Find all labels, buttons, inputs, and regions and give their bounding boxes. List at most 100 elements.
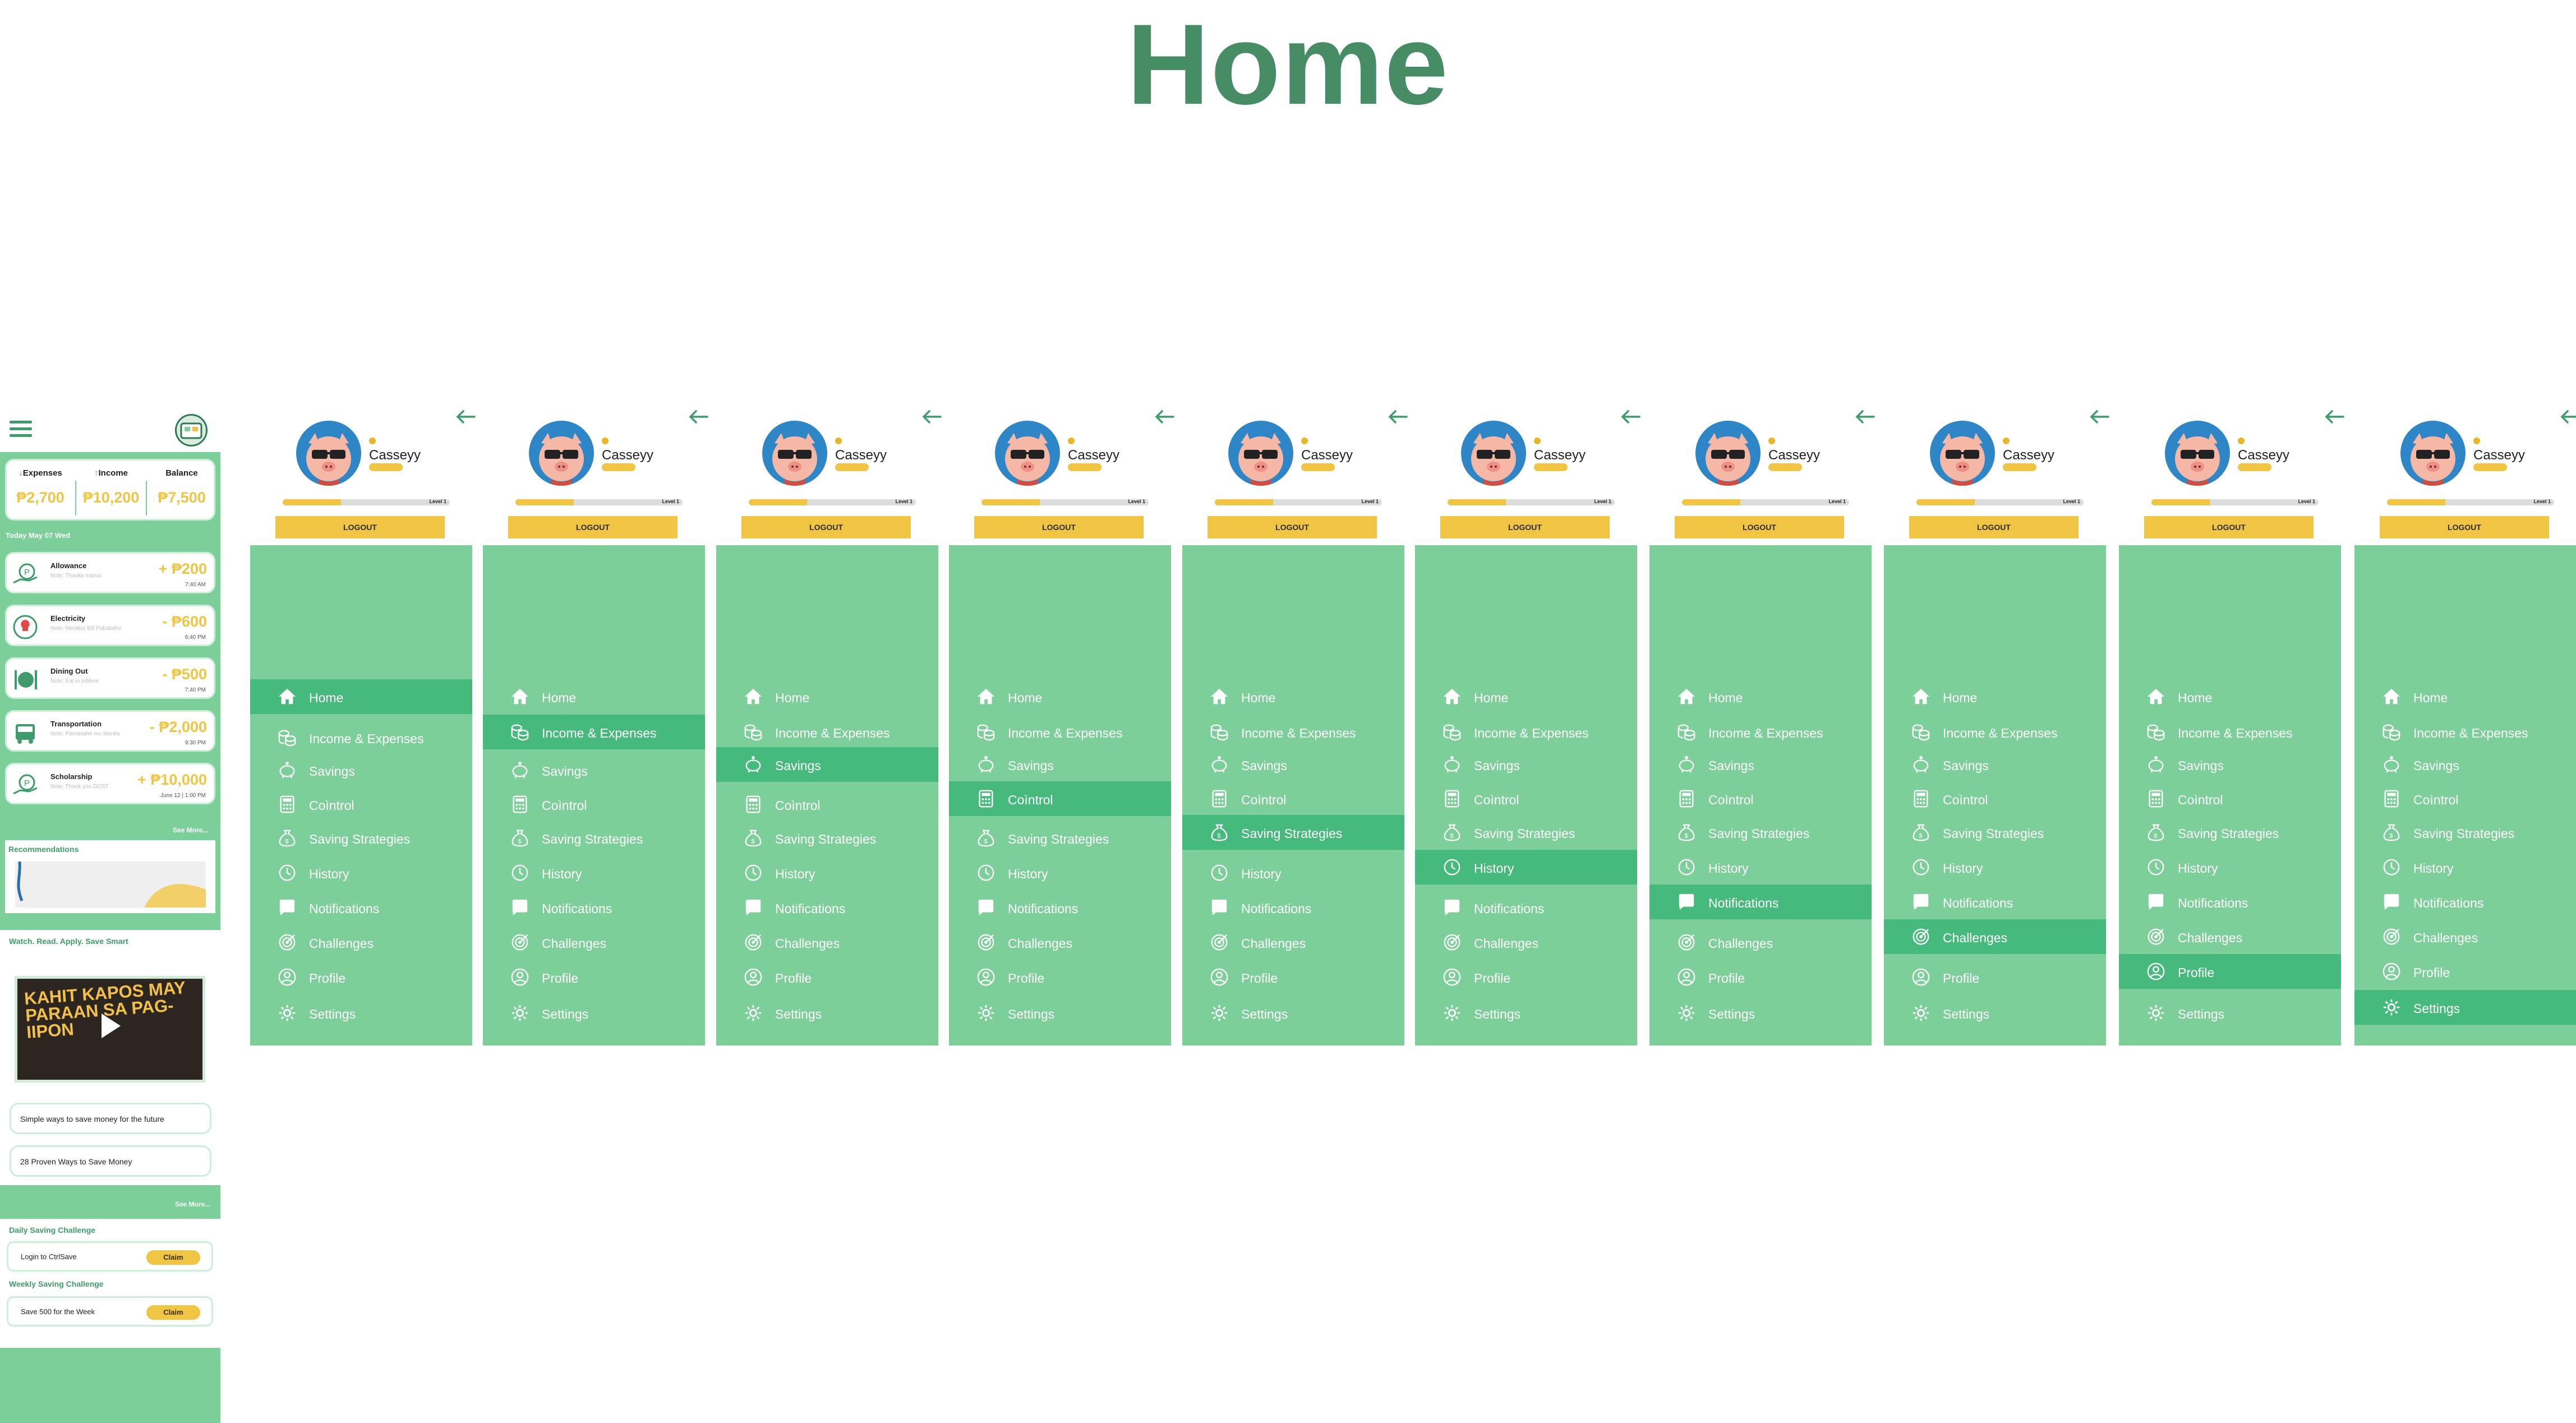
sidebar-item-savings[interactable]: Savings (949, 747, 1171, 782)
sidebar-item-co-ntrol[interactable]: Coìntrol (250, 787, 472, 822)
sidebar-item-income-expenses[interactable]: Income & Expenses (1884, 715, 2106, 749)
back-arrow-icon[interactable] (2323, 408, 2345, 425)
logout-button[interactable]: LOGOUT (1909, 516, 2079, 538)
sidebar-item-profile[interactable]: Profile (716, 960, 938, 994)
sidebar-item-notifications[interactable]: Notifications (2119, 885, 2341, 919)
sidebar-item-income-expenses[interactable]: Income & Expenses (2119, 715, 2341, 749)
sidebar-item-income-expenses[interactable]: Income & Expenses (1415, 715, 1637, 749)
sidebar-item-co-ntrol[interactable]: Coìntrol (1649, 781, 1872, 816)
avatar[interactable] (175, 414, 208, 446)
back-arrow-icon[interactable] (1619, 408, 1642, 425)
sidebar-item-notifications[interactable]: Notifications (1182, 890, 1404, 925)
sidebar-item-income-expenses[interactable]: Income & Expenses (1649, 715, 1872, 749)
sidebar-item-savings[interactable]: Savings (1182, 747, 1404, 782)
sidebar-item-saving-strategies[interactable]: $ Saving Strategies (1415, 815, 1637, 850)
sidebar-item-savings[interactable]: Savings (2354, 747, 2576, 782)
sidebar-item-home[interactable]: Home (716, 679, 938, 714)
logout-button[interactable]: LOGOUT (2144, 516, 2314, 538)
logout-button[interactable]: LOGOUT (1440, 516, 1610, 538)
sidebar-item-challenges[interactable]: Challenges (2354, 919, 2576, 954)
logout-button[interactable]: LOGOUT (2380, 516, 2549, 538)
hamburger-menu-icon[interactable] (10, 421, 32, 439)
back-arrow-icon[interactable] (1386, 408, 1409, 425)
sidebar-item-challenges[interactable]: Challenges (1182, 925, 1404, 960)
back-arrow-icon[interactable] (1854, 408, 1876, 425)
see-more-link[interactable]: See More... (175, 1200, 210, 1208)
see-more-link[interactable]: See More... (173, 826, 208, 834)
sidebar-item-challenges[interactable]: Challenges (1649, 925, 1872, 960)
profile-avatar[interactable] (2400, 421, 2466, 486)
sidebar-item-notifications[interactable]: Notifications (949, 890, 1171, 925)
sidebar-item-history[interactable]: History (949, 855, 1171, 890)
back-arrow-icon[interactable] (1153, 408, 1176, 425)
sidebar-item-challenges[interactable]: Challenges (949, 925, 1171, 960)
sidebar-item-income-expenses[interactable]: Income & Expenses (483, 715, 705, 749)
sidebar-item-income-expenses[interactable]: Income & Expenses (716, 715, 938, 749)
sidebar-item-home[interactable]: Home (2354, 679, 2576, 714)
article-link[interactable]: Simple ways to save money for the future (10, 1103, 211, 1134)
sidebar-item-settings[interactable]: Settings (716, 996, 938, 1030)
sidebar-item-saving-strategies[interactable]: $ Saving Strategies (2354, 815, 2576, 850)
sidebar-item-co-ntrol[interactable]: Coìntrol (2354, 781, 2576, 816)
sidebar-item-history[interactable]: History (1649, 850, 1872, 885)
sidebar-item-profile[interactable]: Profile (483, 960, 705, 994)
logout-button[interactable]: LOGOUT (974, 516, 1144, 538)
profile-avatar[interactable] (1930, 421, 1995, 486)
back-arrow-icon[interactable] (2088, 408, 2110, 425)
sidebar-item-home[interactable]: Home (1649, 679, 1872, 714)
profile-avatar[interactable] (762, 421, 827, 486)
sidebar-item-notifications[interactable]: Notifications (483, 890, 705, 925)
sidebar-item-co-ntrol[interactable]: Coìntrol (949, 781, 1171, 816)
sidebar-item-co-ntrol[interactable]: Coìntrol (483, 787, 705, 822)
profile-avatar[interactable] (995, 421, 1060, 486)
sidebar-item-settings[interactable]: Settings (1649, 996, 1872, 1030)
back-arrow-icon[interactable] (920, 408, 943, 425)
logout-button[interactable]: LOGOUT (1208, 516, 1377, 538)
sidebar-item-co-ntrol[interactable]: Coìntrol (1884, 781, 2106, 816)
sidebar-item-profile[interactable]: Profile (2119, 954, 2341, 989)
transaction-item[interactable]: Electricity Note: Meralco Bill Pababaho … (5, 605, 215, 646)
profile-avatar[interactable] (1695, 421, 1761, 486)
back-arrow-icon[interactable] (2559, 408, 2576, 425)
profile-avatar[interactable] (296, 421, 361, 486)
sidebar-item-challenges[interactable]: Challenges (2119, 919, 2341, 954)
sidebar-item-saving-strategies[interactable]: $ Saving Strategies (949, 821, 1171, 855)
sidebar-item-saving-strategies[interactable]: $ Saving Strategies (1884, 815, 2106, 850)
profile-avatar[interactable] (529, 421, 594, 486)
sidebar-item-profile[interactable]: Profile (949, 960, 1171, 994)
sidebar-item-home[interactable]: Home (1182, 679, 1404, 714)
transaction-item[interactable]: Transportation Note: Pamasahe mo Manila … (5, 710, 215, 752)
sidebar-item-home[interactable]: Home (1884, 679, 2106, 714)
transaction-item[interactable]: P Allowance Note: Thanks mama + ₱200 7:4… (5, 552, 215, 593)
profile-avatar[interactable] (1228, 421, 1293, 486)
sidebar-item-home[interactable]: Home (250, 679, 472, 714)
sidebar-item-notifications[interactable]: Notifications (716, 890, 938, 925)
article-link[interactable]: 28 Proven Ways to Save Money (10, 1145, 211, 1177)
back-arrow-icon[interactable] (687, 408, 709, 425)
claim-button[interactable]: Claim (146, 1250, 200, 1265)
sidebar-item-savings[interactable]: Savings (483, 753, 705, 788)
sidebar-item-history[interactable]: History (483, 855, 705, 890)
sidebar-item-savings[interactable]: Savings (1884, 747, 2106, 782)
sidebar-item-co-ntrol[interactable]: Coìntrol (1415, 781, 1637, 816)
sidebar-item-saving-strategies[interactable]: $ Saving Strategies (716, 821, 938, 855)
sidebar-item-home[interactable]: Home (949, 679, 1171, 714)
sidebar-item-saving-strategies[interactable]: $ Saving Strategies (1182, 815, 1404, 850)
sidebar-item-saving-strategies[interactable]: $ Saving Strategies (1649, 815, 1872, 850)
sidebar-item-co-ntrol[interactable]: Coìntrol (1182, 781, 1404, 816)
sidebar-item-history[interactable]: History (2354, 850, 2576, 885)
sidebar-item-history[interactable]: History (2119, 850, 2341, 885)
profile-avatar[interactable] (2165, 421, 2230, 486)
sidebar-item-notifications[interactable]: Notifications (2354, 885, 2576, 919)
sidebar-item-settings[interactable]: Settings (949, 996, 1171, 1030)
sidebar-item-home[interactable]: Home (1415, 679, 1637, 714)
sidebar-item-settings[interactable]: Settings (1182, 996, 1404, 1030)
sidebar-item-history[interactable]: History (716, 855, 938, 890)
logout-button[interactable]: LOGOUT (508, 516, 678, 538)
transaction-item[interactable]: Dining Out Note: Eat in jollibee - ₱500 … (5, 657, 215, 699)
sidebar-item-profile[interactable]: Profile (250, 960, 472, 994)
sidebar-item-profile[interactable]: Profile (1415, 960, 1637, 994)
sidebar-item-settings[interactable]: Settings (2354, 990, 2576, 1025)
sidebar-item-saving-strategies[interactable]: $ Saving Strategies (250, 821, 472, 855)
sidebar-item-profile[interactable]: Profile (1182, 960, 1404, 994)
